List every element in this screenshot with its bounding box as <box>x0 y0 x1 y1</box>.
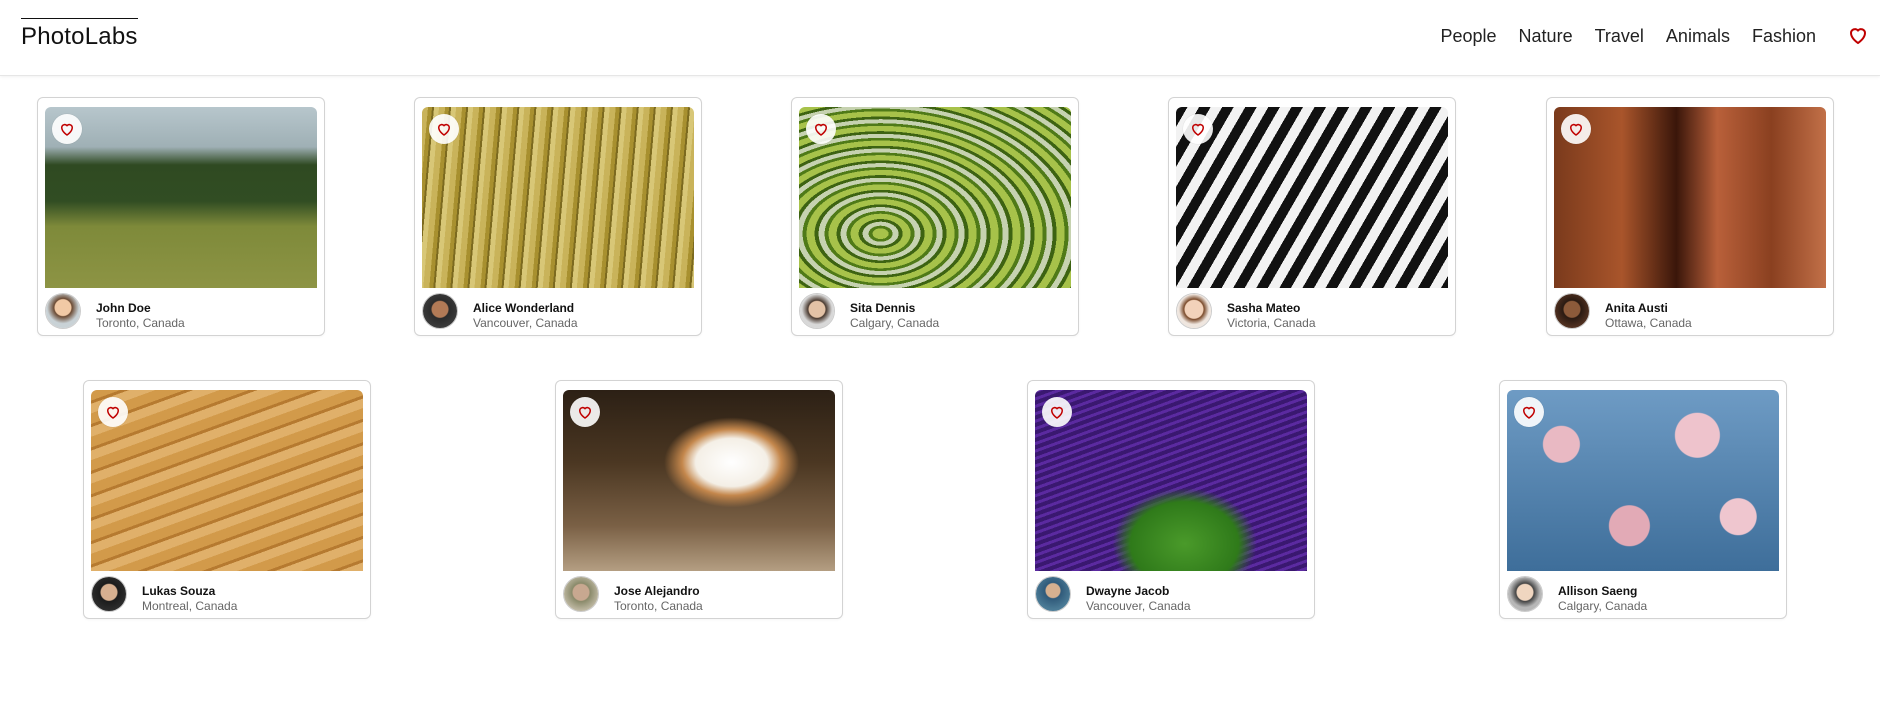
photo-image[interactable] <box>422 107 694 288</box>
favorites-heart-icon[interactable] <box>1846 23 1870 47</box>
photographer-location: Calgary, Canada <box>850 316 940 330</box>
photo-image[interactable] <box>799 107 1071 288</box>
photographer-location: Toronto, Canada <box>96 316 185 330</box>
photographer-name: Anita Austi <box>1605 301 1668 315</box>
photo-card[interactable]: John Doe Toronto, Canada <box>37 97 325 336</box>
topic-animals[interactable]: Animals <box>1666 24 1730 48</box>
photographer-location: Calgary, Canada <box>1558 599 1648 613</box>
photographer-name: Jose Alejandro <box>614 584 700 598</box>
photographer-name: Lukas Souza <box>142 584 216 598</box>
avatar <box>563 576 599 612</box>
photo-image[interactable] <box>91 390 363 571</box>
photographer-location: Montreal, Canada <box>142 599 238 613</box>
favorite-heart-icon[interactable] <box>1042 397 1072 427</box>
photographer-name: John Doe <box>96 301 151 315</box>
avatar <box>422 293 458 329</box>
photo-card[interactable]: Lukas Souza Montreal, Canada <box>83 380 371 619</box>
photo-image[interactable] <box>45 107 317 288</box>
favorite-heart-icon[interactable] <box>98 397 128 427</box>
photo-card[interactable]: Alice Wonderland Vancouver, Canada <box>414 97 702 336</box>
topic-nature[interactable]: Nature <box>1519 24 1573 48</box>
photographer-location: Vancouver, Canada <box>1086 599 1191 613</box>
photo-card[interactable]: Jose Alejandro Toronto, Canada <box>555 380 843 619</box>
favorite-heart-icon[interactable] <box>429 114 459 144</box>
avatar <box>1176 293 1212 329</box>
topic-fashion[interactable]: Fashion <box>1752 24 1816 48</box>
photo-card[interactable]: Allison Saeng Calgary, Canada <box>1499 380 1787 619</box>
photographer-name: Sasha Mateo <box>1227 301 1301 315</box>
topic-travel[interactable]: Travel <box>1595 24 1644 48</box>
avatar <box>91 576 127 612</box>
favorite-heart-icon[interactable] <box>1514 397 1544 427</box>
photo-card[interactable]: Dwayne Jacob Vancouver, Canada <box>1027 380 1315 619</box>
favorite-heart-icon[interactable] <box>1183 114 1213 144</box>
photo-card[interactable]: Anita Austi Ottawa, Canada <box>1546 97 1834 336</box>
favorite-heart-icon[interactable] <box>52 114 82 144</box>
photographer-location: Victoria, Canada <box>1227 316 1316 330</box>
photo-image[interactable] <box>1176 107 1448 288</box>
avatar <box>1554 293 1590 329</box>
photographer-location: Vancouver, Canada <box>473 316 578 330</box>
avatar <box>45 293 81 329</box>
photographer-name: Sita Dennis <box>850 301 916 315</box>
photographer-name: Dwayne Jacob <box>1086 584 1170 598</box>
photo-image[interactable] <box>1035 390 1307 571</box>
photo-card[interactable]: Sita Dennis Calgary, Canada <box>791 97 1079 336</box>
avatar <box>1507 576 1543 612</box>
favorite-heart-icon[interactable] <box>806 114 836 144</box>
favorite-heart-icon[interactable] <box>570 397 600 427</box>
app-logo[interactable]: PhotoLabs <box>21 18 138 51</box>
topic-list: People Nature Travel Animals Fashion <box>1440 24 1816 48</box>
photographer-name: Allison Saeng <box>1558 584 1638 598</box>
photo-image[interactable] <box>563 390 835 571</box>
topic-people[interactable]: People <box>1440 24 1496 48</box>
avatar <box>799 293 835 329</box>
top-navigation-bar: PhotoLabs People Nature Travel Animals F… <box>0 0 1880 76</box>
photographer-location: Toronto, Canada <box>614 599 703 613</box>
photo-image[interactable] <box>1554 107 1826 288</box>
photo-image[interactable] <box>1507 390 1779 571</box>
photographer-name: Alice Wonderland <box>473 301 575 315</box>
avatar <box>1035 576 1071 612</box>
photographer-location: Ottawa, Canada <box>1605 316 1692 330</box>
photo-card[interactable]: Sasha Mateo Victoria, Canada <box>1168 97 1456 336</box>
favorite-heart-icon[interactable] <box>1561 114 1591 144</box>
